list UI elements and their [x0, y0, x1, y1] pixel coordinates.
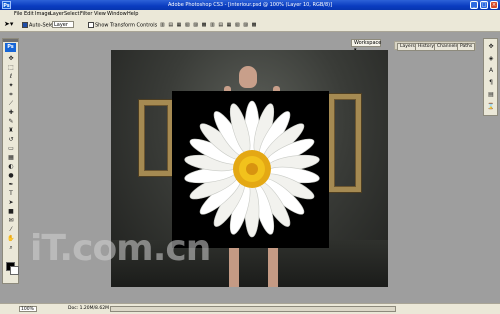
options-bar: ➤▾ Auto-Select: Layer Show Transform Con…	[0, 19, 500, 53]
zoom-level-field[interactable]: 100%	[19, 306, 37, 312]
eraser-tool-icon[interactable]: ▭	[7, 145, 15, 153]
title-bar: Ps Adobe Photoshop CS3 - [interiour.psd …	[0, 0, 500, 10]
menu-layer[interactable]: Layer	[50, 11, 64, 17]
brush-tool-icon[interactable]: ✎	[7, 118, 15, 126]
auto-select-checkbox[interactable]	[22, 22, 28, 28]
horizontal-scrollbar[interactable]	[110, 306, 396, 312]
show-transform-option[interactable]: Show Transform Controls	[88, 22, 157, 29]
slice-tool-icon[interactable]: ⟋	[7, 100, 15, 108]
document-size: Doc: 1.20M/8.62M	[68, 306, 109, 311]
status-bar: 100% Doc: 1.20M/8.62M	[0, 303, 500, 314]
move-tool-preset-icon[interactable]: ➤▾	[4, 20, 13, 28]
align-buttons[interactable]: ▥ ▤ ▦ ▧ ▨ ▩	[160, 22, 207, 28]
background-color-swatch[interactable]	[10, 266, 19, 275]
history-panel-icon[interactable]: ⌛	[487, 103, 495, 111]
tab-paths[interactable]: Paths	[457, 43, 476, 51]
held-black-board	[172, 91, 329, 248]
healing-brush-icon[interactable]: ✚	[7, 109, 15, 117]
panel-well: Layers History Channels Paths	[394, 41, 476, 51]
maximize-button[interactable]: □	[480, 1, 488, 9]
path-selection-icon[interactable]: ➤	[7, 199, 15, 207]
notes-tool-icon[interactable]: ✉	[7, 217, 15, 225]
menu-view[interactable]: View	[94, 11, 106, 17]
eyedropper-icon[interactable]: ⁄	[7, 226, 15, 234]
right-picture-frame	[329, 94, 361, 192]
daisy-image	[184, 100, 320, 238]
workspace-dropdown[interactable]: Workspace ▾	[351, 39, 381, 53]
menu-image[interactable]: Image	[35, 11, 51, 17]
watermark-logo: iT.com.cn	[30, 228, 211, 269]
history-brush-icon[interactable]: ↺	[7, 136, 15, 144]
menu-help[interactable]: Help	[127, 11, 138, 17]
zoom-tool-icon[interactable]: ⌕	[7, 244, 15, 252]
model-head	[239, 66, 257, 88]
hand-tool-icon[interactable]: ✋	[7, 235, 15, 243]
show-transform-checkbox[interactable]	[88, 22, 94, 28]
window-title: Adobe Photoshop CS3 - [interiour.psd @ 1…	[167, 2, 333, 8]
clone-stamp-icon[interactable]: ♜	[7, 127, 15, 135]
right-panel-dock: ✥ ◈ A ¶ ▤ ⌛	[483, 38, 498, 116]
paragraph-panel-icon[interactable]: ¶	[487, 79, 495, 87]
dodge-tool-icon[interactable]: ●	[7, 172, 15, 180]
auto-select-value: Layer	[54, 22, 68, 28]
move-tool-icon[interactable]: ✥	[7, 55, 15, 63]
toolbox-grip[interactable]	[3, 39, 18, 42]
pen-tool-icon[interactable]: ✒	[7, 181, 15, 189]
type-tool-icon[interactable]: T	[7, 190, 15, 198]
marquee-tool-icon[interactable]: ⬚	[7, 64, 15, 72]
navigator-icon[interactable]: ✥	[487, 43, 495, 51]
layers-panel-icon[interactable]: ▤	[487, 91, 495, 99]
toolbox: Ps ✥ ⬚ ℓ ✦ ⌗ ⟋ ✚ ✎ ♜ ↺ ▭ ▦ ◐ ● ✒ T ➤ ■ ✉ ⁄ ✋ ⌕	[2, 38, 19, 284]
auto-select-dropdown[interactable]: Layer	[52, 21, 74, 28]
left-picture-frame	[139, 100, 173, 176]
character-panel-icon[interactable]: A	[487, 67, 495, 75]
menu-edit[interactable]: Edit	[24, 11, 34, 17]
magic-wand-icon[interactable]: ✦	[7, 82, 15, 90]
show-transform-label: Show Transform Controls	[95, 22, 158, 29]
menu-select[interactable]: Select	[64, 11, 79, 17]
shape-tool-icon[interactable]: ■	[7, 208, 15, 216]
gradient-tool-icon[interactable]: ▦	[7, 154, 15, 162]
photoshop-logo: Ps	[5, 43, 16, 52]
menu-window[interactable]: Window	[107, 11, 127, 17]
blur-tool-icon[interactable]: ◐	[7, 163, 15, 171]
zoom-value: 100%	[21, 307, 34, 312]
menu-file[interactable]: File	[14, 11, 22, 17]
close-button[interactable]: ×	[490, 1, 498, 9]
crop-tool-icon[interactable]: ⌗	[7, 91, 15, 99]
color-panel-icon[interactable]: ◈	[487, 55, 495, 63]
lasso-tool-icon[interactable]: ℓ	[7, 73, 15, 81]
distribute-buttons[interactable]: ▥ ▤ ▦ ▧ ▨ ▩	[210, 22, 257, 28]
menu-filter[interactable]: Filter	[80, 11, 92, 17]
minimize-button[interactable]: _	[470, 1, 478, 9]
